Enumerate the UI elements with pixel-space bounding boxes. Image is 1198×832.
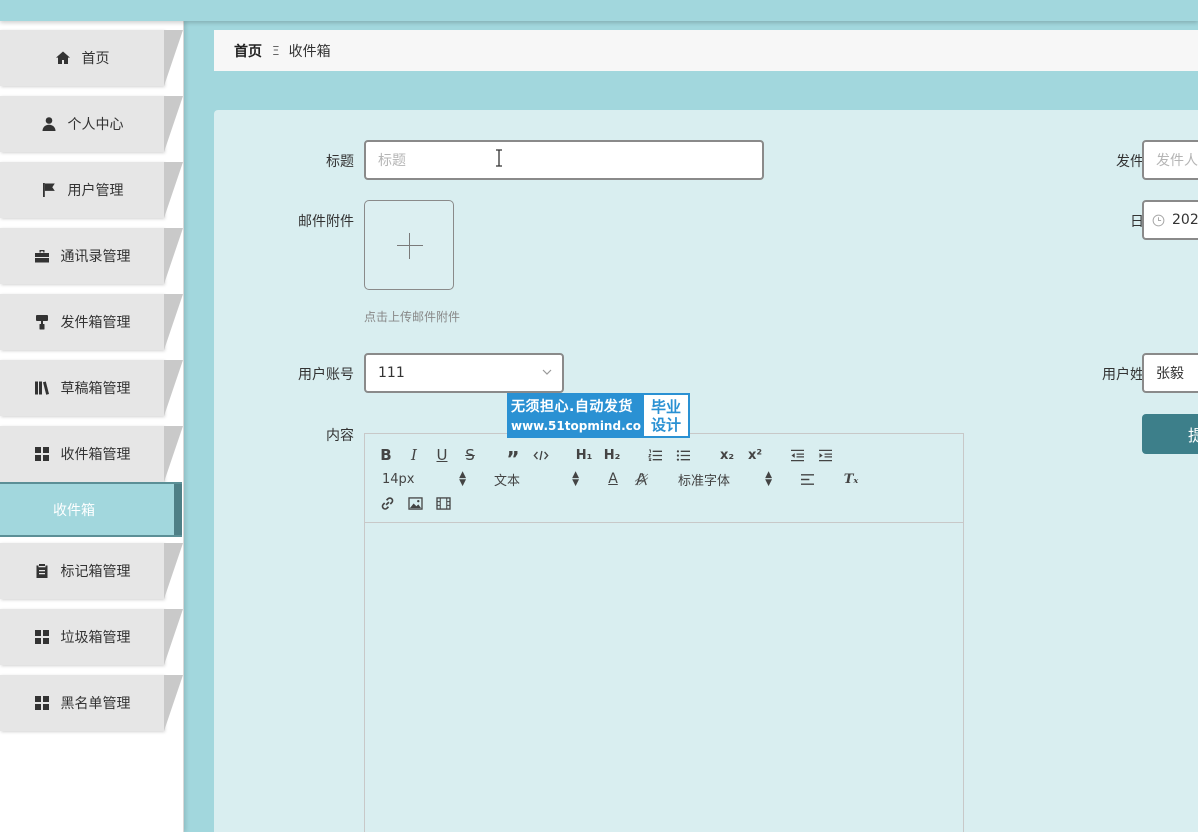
font-family-select[interactable]: 标准字体 ▲ ▼ (678, 469, 772, 489)
sidebar-item-label: 收件箱管理 (60, 447, 131, 463)
bold-icon[interactable]: B (378, 445, 394, 465)
outdent-icon[interactable] (788, 445, 806, 465)
subscript-icon[interactable]: x₂ (718, 445, 736, 465)
watermark-url: www.51topmind.com (511, 419, 654, 433)
sidebar-item-label: 标记箱管理 (60, 564, 131, 580)
ordered-list-icon[interactable] (646, 445, 664, 465)
top-bar (0, 0, 1198, 21)
breadcrumb-home-link[interactable]: 首页 (234, 41, 262, 61)
book-icon (34, 380, 51, 397)
sender-input[interactable]: 发件人 (1142, 140, 1198, 180)
clear-format-icon[interactable]: Tₓ (842, 469, 860, 489)
bullet-list-icon[interactable] (674, 445, 692, 465)
account-select[interactable]: 111 (364, 353, 564, 393)
caret-updown-icon: ▲ ▼ (572, 470, 579, 488)
submit-button[interactable]: 提 (1142, 414, 1198, 454)
submit-label: 提 (1188, 426, 1198, 445)
grid-icon (34, 446, 51, 463)
title-label: 标题 (326, 154, 354, 170)
font-color-icon[interactable]: A (605, 469, 621, 489)
chevron-down-icon (542, 369, 552, 375)
sidebar-item-outbox-management[interactable]: 发件箱管理 (0, 294, 183, 350)
heading2-icon[interactable]: H₂ (602, 445, 622, 465)
underline-icon[interactable]: U (434, 445, 450, 465)
caret-updown-icon: ▲ ▼ (459, 470, 466, 488)
watermark-banner: 无须担心.自动发货 www.51topmind.com 毕业 设计 (507, 393, 690, 438)
align-left-icon[interactable] (798, 469, 816, 489)
grid-icon (34, 695, 51, 712)
link-icon[interactable] (378, 493, 396, 513)
sidebar-item-label: 通讯录管理 (60, 249, 131, 265)
indent-icon[interactable] (816, 445, 834, 465)
date-picker[interactable]: 202 (1142, 200, 1198, 240)
username-value: 张毅 (1156, 366, 1184, 382)
user-icon (41, 116, 58, 133)
title-input[interactable]: 标题 (364, 140, 764, 180)
sidebar-item-home[interactable]: 首页 (0, 30, 183, 86)
caret-updown-icon: ▲ ▼ (765, 470, 772, 488)
sidebar: 首页 个人中心 用户管理 通讯录管理 发件箱管理 草稿箱管理 收件箱管理 收件箱… (0, 21, 184, 832)
grid-icon (34, 629, 51, 646)
sender-placeholder: 发件人 (1156, 153, 1198, 169)
block-type-select[interactable]: 文本 ▲ ▼ (494, 469, 579, 489)
background-color-icon[interactable] (632, 469, 650, 489)
clipboard-icon (34, 563, 51, 580)
sidebar-item-user-management[interactable]: 用户管理 (0, 162, 183, 218)
sidebar-subitem-inbox[interactable]: 收件箱 (0, 482, 182, 537)
watermark-badge-line1: 毕业 (650, 397, 681, 416)
account-value: 111 (378, 365, 405, 381)
font-size-value: 14px (382, 471, 415, 487)
sidebar-subitem-label: 收件箱 (53, 502, 95, 519)
username-input[interactable]: 张毅 (1142, 353, 1198, 393)
account-label: 用户账号 (298, 367, 354, 383)
sidebar-item-drafts-management[interactable]: 草稿箱管理 (0, 360, 183, 416)
sidebar-item-label: 个人中心 (67, 117, 124, 133)
font-family-value: 标准字体 (678, 473, 731, 489)
breadcrumb-separator: Ξ (272, 43, 280, 58)
editor-toolbar: B I U S ” H₁ H₂ x₂ x² 14px ▲▼ 文本 ▲▼ A (365, 434, 963, 523)
date-value: 202 (1172, 212, 1198, 228)
sidebar-item-flagged-management[interactable]: 标记箱管理 (0, 543, 183, 599)
blockquote-icon[interactable]: ” (504, 445, 522, 471)
form-panel: 标题 标题 发件人 发件人 邮件附件 点击上传邮件附件 日期 202 用户账号 … (214, 110, 1198, 832)
sidebar-item-trash-management[interactable]: 垃圾箱管理 (0, 609, 183, 665)
sidebar-item-label: 用户管理 (67, 183, 124, 199)
sidebar-item-label: 首页 (81, 51, 110, 67)
watermark-badge: 毕业 设计 (642, 393, 690, 438)
sidebar-item-label: 草稿箱管理 (60, 381, 131, 397)
sidebar-item-label: 黑名单管理 (60, 696, 131, 712)
attachment-upload-button[interactable] (364, 200, 454, 290)
sidebar-item-contacts-management[interactable]: 通讯录管理 (0, 228, 183, 284)
rich-text-editor: B I U S ” H₁ H₂ x₂ x² 14px ▲▼ 文本 ▲▼ A (364, 433, 964, 832)
paint-roller-icon (34, 314, 51, 331)
breadcrumb-current: 收件箱 (288, 43, 331, 60)
superscript-icon[interactable]: x² (746, 445, 764, 465)
sidebar-item-label: 发件箱管理 (60, 315, 131, 331)
title-placeholder: 标题 (378, 153, 406, 169)
flag-icon (41, 182, 58, 199)
breadcrumb: 首页 Ξ 收件箱 (214, 30, 1198, 71)
content-label: 内容 (326, 428, 354, 444)
video-icon[interactable] (434, 493, 452, 513)
watermark-line1: 无须担心.自动发货 (511, 399, 633, 415)
plus-icon (397, 245, 423, 246)
briefcase-icon (34, 248, 51, 265)
image-icon[interactable] (406, 493, 424, 513)
attachment-label: 邮件附件 (298, 214, 354, 230)
sidebar-item-inbox-management[interactable]: 收件箱管理 (0, 426, 183, 482)
attachment-upload-tip: 点击上传邮件附件 (364, 310, 461, 324)
sidebar-item-label: 垃圾箱管理 (60, 630, 131, 646)
sidebar-item-personal-center[interactable]: 个人中心 (0, 96, 183, 152)
code-block-icon[interactable] (532, 445, 550, 465)
strikethrough-icon[interactable]: S (462, 445, 478, 465)
italic-icon[interactable]: I (406, 445, 422, 465)
font-size-select[interactable]: 14px ▲ ▼ (382, 469, 466, 489)
watermark-badge-line2: 设计 (650, 415, 681, 434)
heading1-icon[interactable]: H₁ (574, 445, 594, 465)
sidebar-item-blacklist-management[interactable]: 黑名单管理 (0, 675, 183, 731)
block-type-value: 文本 (494, 473, 521, 489)
text-cursor-icon (496, 149, 502, 167)
home-icon (55, 50, 72, 67)
clock-icon (1152, 214, 1165, 226)
